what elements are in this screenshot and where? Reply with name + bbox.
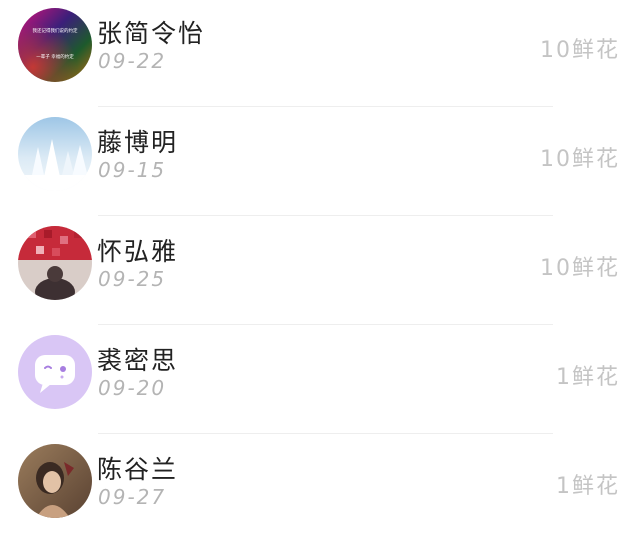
avatar[interactable] xyxy=(18,226,92,300)
avatar[interactable] xyxy=(18,335,92,409)
user-name: 陈谷兰 xyxy=(97,455,179,484)
row-divider xyxy=(98,215,553,216)
flower-count: 10鲜花 xyxy=(540,147,620,172)
flower-count: 1鲜花 xyxy=(556,474,620,499)
list-item[interactable]: 裘密思 09-20 1鲜花 xyxy=(0,327,640,434)
post-date: 09-20 xyxy=(98,376,167,400)
post-date: 09-27 xyxy=(98,485,167,509)
avatar-caption-top: 我还记得我们说的约定 xyxy=(33,27,78,34)
flower-count: 1鲜花 xyxy=(556,365,620,390)
row-divider xyxy=(98,433,553,434)
flower-ranking-list: 我还记得我们说的约定 一辈子 幸福的约定 张简令怡 09-22 10鲜花 藤博明… xyxy=(0,0,640,524)
flower-count: 10鲜花 xyxy=(540,256,620,281)
row-divider xyxy=(98,106,553,107)
user-name: 怀弘雅 xyxy=(97,237,179,266)
avatar-caption-bottom: 一辈子 幸福的约定 xyxy=(36,53,74,60)
post-date: 09-25 xyxy=(98,267,167,291)
user-name: 裘密思 xyxy=(97,346,179,375)
post-date: 09-22 xyxy=(98,49,167,73)
list-item[interactable]: 陈谷兰 09-27 1鲜花 xyxy=(0,436,640,540)
user-name: 藤博明 xyxy=(97,128,179,157)
flower-count: 10鲜花 xyxy=(540,38,620,63)
list-item[interactable]: 我还记得我们说的约定 一辈子 幸福的约定 张简令怡 09-22 10鲜花 xyxy=(0,0,640,107)
list-item[interactable]: 怀弘雅 09-25 10鲜花 xyxy=(0,218,640,325)
post-date: 09-15 xyxy=(98,158,167,182)
user-name: 张简令怡 xyxy=(97,19,206,48)
row-divider xyxy=(98,324,553,325)
avatar[interactable]: 我还记得我们说的约定 一辈子 幸福的约定 xyxy=(18,8,92,82)
avatar[interactable] xyxy=(18,117,92,191)
list-item[interactable]: 藤博明 09-15 10鲜花 xyxy=(0,109,640,216)
avatar[interactable] xyxy=(18,444,92,518)
